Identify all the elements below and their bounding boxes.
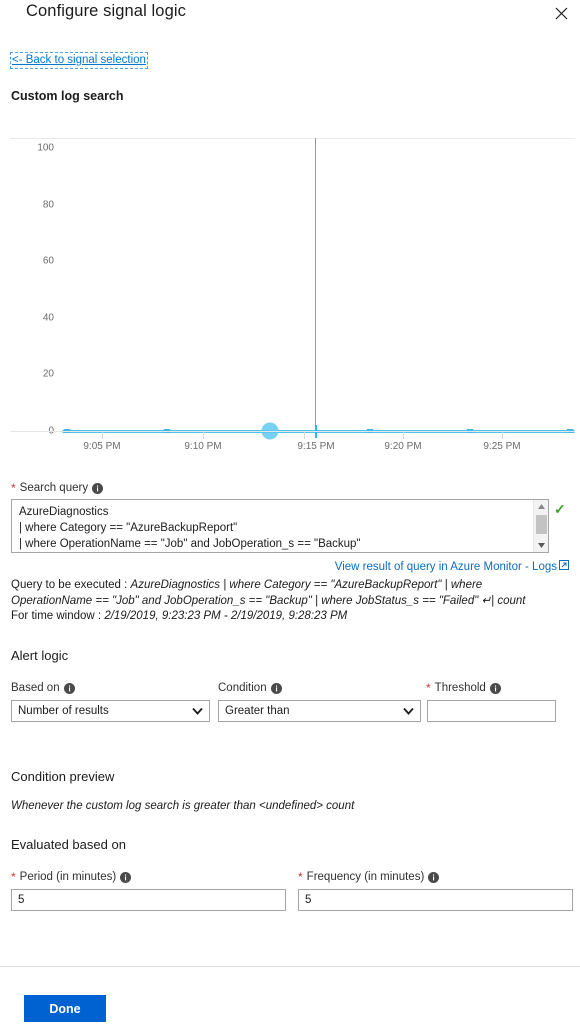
period-input[interactable]: 5 bbox=[11, 889, 286, 911]
info-icon[interactable] bbox=[490, 683, 501, 694]
query-scrollbar[interactable] bbox=[533, 500, 548, 552]
page-title: Configure signal logic bbox=[26, 2, 186, 21]
back-link-container: <- Back to signal selection bbox=[11, 50, 147, 68]
chart-crosshair bbox=[315, 138, 316, 431]
required-asterisk: * bbox=[426, 682, 431, 694]
done-button[interactable]: Done bbox=[24, 995, 106, 1022]
query-valid-checkmark-icon: ✓ bbox=[554, 502, 566, 516]
chart-top-rule bbox=[10, 138, 575, 139]
time-window-value: 2/19/2019, 9:23:23 PM - 2/19/2019, 9:28:… bbox=[104, 610, 347, 622]
query-to-be-executed-prefix: Query to be executed : bbox=[11, 579, 131, 591]
info-icon[interactable] bbox=[64, 683, 75, 694]
view-query-result-label: View result of query in Azure Monitor - … bbox=[335, 561, 557, 573]
period-value: 5 bbox=[18, 894, 24, 906]
scroll-down-icon[interactable] bbox=[534, 539, 549, 552]
y-axis-tick-60: 60 bbox=[43, 256, 54, 267]
based-on-select[interactable]: Number of results bbox=[11, 700, 210, 722]
close-button[interactable] bbox=[550, 2, 572, 24]
info-icon[interactable] bbox=[92, 483, 103, 494]
query-to-be-executed-line: Query to be executed : AzureDiagnostics … bbox=[11, 578, 556, 609]
evaluated-based-on-heading: Evaluated based on bbox=[11, 837, 126, 852]
x-axis-tick-mark bbox=[304, 432, 305, 439]
frequency-input[interactable]: 5 bbox=[298, 889, 573, 911]
required-asterisk: * bbox=[11, 871, 16, 883]
alert-logic-heading: Alert logic bbox=[11, 648, 68, 663]
frequency-label-row: * Frequency (in minutes) bbox=[298, 871, 439, 883]
time-window-line: For time window : 2/19/2019, 9:23:23 PM … bbox=[11, 609, 556, 625]
panel-header: Configure signal logic bbox=[0, 0, 580, 38]
condition-value: Greater than bbox=[225, 705, 290, 717]
condition-preview-text: Whenever the custom log search is greate… bbox=[11, 800, 354, 812]
based-on-label: Based on bbox=[11, 682, 60, 694]
scroll-up-icon[interactable] bbox=[534, 500, 549, 513]
search-query-textarea[interactable]: AzureDiagnostics | where Category == "Az… bbox=[11, 499, 549, 553]
condition-select[interactable]: Greater than bbox=[218, 700, 421, 722]
y-axis-tick-20: 20 bbox=[43, 369, 54, 380]
view-query-result-link[interactable]: View result of query in Azure Monitor - … bbox=[335, 560, 569, 573]
search-query-value: AzureDiagnostics | where Category == "Az… bbox=[19, 504, 526, 552]
chevron-down-icon bbox=[192, 707, 203, 715]
x-axis-line bbox=[10, 431, 575, 432]
y-axis-tick-40: 40 bbox=[43, 312, 54, 323]
chart-plot-area: 100 80 60 40 20 0 bbox=[62, 148, 575, 431]
signal-preview-chart: 100 80 60 40 20 0 9:05 PM 9:10 PM 9:15 P… bbox=[0, 138, 580, 463]
search-query-label-row: * Search query bbox=[11, 482, 103, 494]
info-icon[interactable] bbox=[120, 872, 131, 883]
footer-divider bbox=[0, 966, 580, 967]
based-on-value: Number of results bbox=[18, 705, 109, 717]
required-asterisk: * bbox=[11, 482, 16, 494]
period-label: Period (in minutes) bbox=[20, 871, 117, 883]
x-axis-tick-label: 9:15 PM bbox=[297, 441, 334, 452]
time-window-prefix: For time window : bbox=[11, 610, 104, 622]
y-axis-tick-100: 100 bbox=[37, 143, 54, 154]
threshold-label: Threshold bbox=[435, 682, 486, 694]
condition-label: Condition bbox=[218, 682, 267, 694]
info-icon[interactable] bbox=[428, 872, 439, 883]
chevron-down-icon bbox=[403, 707, 414, 715]
based-on-label-row: Based on bbox=[11, 682, 75, 694]
x-axis-tick-label: 9:20 PM bbox=[384, 441, 421, 452]
x-axis-tick-mark bbox=[502, 432, 503, 439]
x-axis-tick-mark bbox=[102, 432, 103, 439]
x-axis-tick-label: 9:25 PM bbox=[483, 441, 520, 452]
condition-preview-heading: Condition preview bbox=[11, 769, 114, 784]
x-axis-tick-mark bbox=[403, 432, 404, 439]
period-label-row: * Period (in minutes) bbox=[11, 871, 131, 883]
search-query-label: Search query bbox=[20, 482, 88, 494]
x-axis-tick-label: 9:05 PM bbox=[83, 441, 120, 452]
x-axis-tick-label: 9:10 PM bbox=[184, 441, 221, 452]
y-axis-tick-80: 80 bbox=[43, 199, 54, 210]
condition-label-row: Condition bbox=[218, 682, 282, 694]
frequency-value: 5 bbox=[305, 894, 311, 906]
query-execution-info: Query to be executed : AzureDiagnostics … bbox=[11, 578, 556, 625]
threshold-input[interactable] bbox=[427, 700, 556, 722]
close-icon bbox=[555, 7, 568, 20]
query-scrollbar-thumb[interactable] bbox=[536, 515, 547, 534]
back-to-signal-selection-link[interactable]: <- Back to signal selection bbox=[11, 53, 147, 68]
info-icon[interactable] bbox=[271, 683, 282, 694]
required-asterisk: * bbox=[298, 871, 303, 883]
x-axis-tick-mark bbox=[203, 432, 204, 439]
external-link-icon bbox=[559, 560, 569, 573]
frequency-label: Frequency (in minutes) bbox=[307, 871, 425, 883]
threshold-label-row: * Threshold bbox=[426, 682, 501, 694]
custom-log-search-heading: Custom log search bbox=[11, 89, 124, 103]
